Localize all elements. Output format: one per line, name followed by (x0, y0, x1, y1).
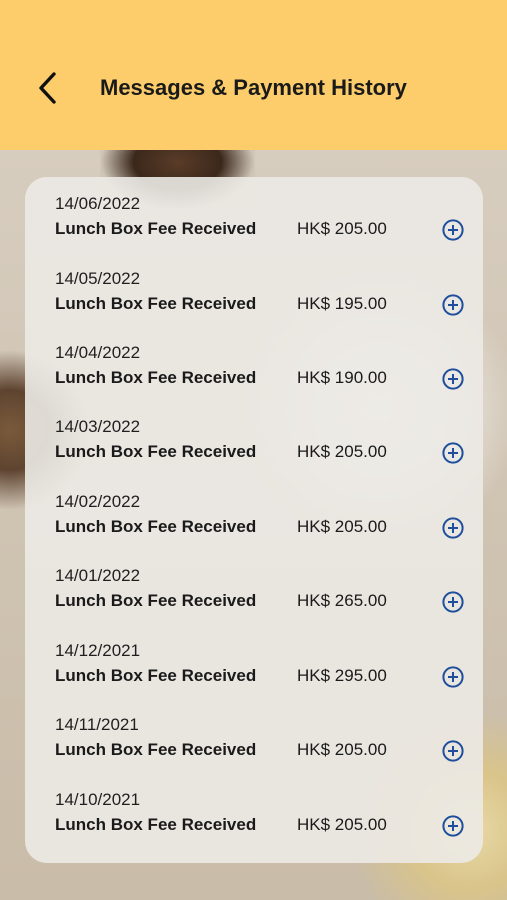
payment-date: 14/04/2022 (55, 343, 141, 362)
expand-item-button[interactable] (441, 293, 465, 317)
payment-amount: HK$ 205.00 (297, 219, 387, 238)
plus-circle-icon (442, 665, 464, 688)
app-header: Messages & Payment History (0, 0, 507, 150)
plus-circle-icon (442, 740, 464, 762)
plus-circle-icon (442, 516, 464, 539)
chevron-left-icon (39, 72, 56, 104)
payment-description: Lunch Box Fee Received (55, 516, 257, 536)
expand-item-button[interactable] (441, 516, 465, 540)
payment-amount: HK$ 265.00 (297, 591, 387, 610)
payment-date: 14/03/2022 (55, 417, 141, 436)
back-button[interactable] (30, 68, 66, 108)
plus-circle-icon (442, 442, 464, 464)
payment-description: Lunch Box Fee Received (55, 665, 257, 685)
plus-circle-icon (442, 219, 464, 241)
payment-description: Lunch Box Fee Received (55, 814, 257, 834)
payment-amount: HK$ 295.00 (297, 665, 387, 685)
payment-date: 14/02/2022 (55, 491, 141, 511)
payment-description: Lunch Box Fee Received (55, 740, 257, 759)
expand-item-button[interactable] (441, 590, 465, 614)
payment-date: 14/10/2021 (55, 789, 141, 809)
list-item: 14/06/2022 Lunch Box Fee Received HK$ 20… (25, 177, 483, 251)
payment-amount: HK$ 205.00 (297, 516, 387, 536)
plus-circle-icon (442, 293, 464, 316)
expand-item-button[interactable] (441, 441, 465, 465)
list-item: 14/05/2022 Lunch Box Fee Received HK$ 19… (25, 252, 483, 326)
payment-date: 14/01/2022 (55, 566, 141, 585)
payment-amount: HK$ 205.00 (297, 740, 387, 759)
expand-item-button[interactable] (441, 814, 465, 838)
list-item: 14/12/2021 Lunch Box Fee Received HK$ 29… (25, 624, 483, 698)
plus-circle-icon (442, 591, 464, 613)
payment-date: 14/12/2021 (55, 640, 141, 660)
expand-item-button[interactable] (441, 367, 465, 391)
payment-amount: HK$ 205.00 (297, 814, 387, 834)
payment-description: Lunch Box Fee Received (55, 219, 257, 238)
payment-date: 14/06/2022 (55, 194, 141, 213)
list-item: 14/10/2021 Lunch Box Fee Received HK$ 20… (25, 773, 483, 847)
payment-description: Lunch Box Fee Received (55, 368, 257, 387)
plus-circle-icon (442, 368, 464, 390)
payment-description: Lunch Box Fee Received (55, 293, 257, 313)
list-item: 14/01/2022 Lunch Box Fee Received HK$ 26… (25, 549, 483, 623)
payment-amount: HK$ 190.00 (297, 368, 387, 387)
list-item: 14/04/2022 Lunch Box Fee Received HK$ 19… (25, 326, 483, 400)
page-title: Messages & Payment History (100, 75, 407, 100)
payment-date: 14/05/2022 (55, 268, 141, 288)
payment-date: 14/11/2021 (55, 715, 139, 734)
payment-amount: HK$ 205.00 (297, 442, 387, 461)
plus-circle-icon (442, 814, 464, 837)
expand-item-button[interactable] (441, 665, 465, 689)
list-item: 14/11/2021 Lunch Box Fee Received HK$ 20… (25, 698, 483, 772)
payment-description: Lunch Box Fee Received (55, 442, 257, 461)
list-item: 14/02/2022 Lunch Box Fee Received HK$ 20… (25, 475, 483, 549)
payment-amount: HK$ 195.00 (297, 293, 387, 313)
payment-history-list: 14/06/2022 Lunch Box Fee Received HK$ 20… (25, 177, 483, 863)
list-item: 14/03/2022 Lunch Box Fee Received HK$ 20… (25, 400, 483, 474)
expand-item-button[interactable] (441, 218, 465, 242)
expand-item-button[interactable] (441, 739, 465, 763)
payment-description: Lunch Box Fee Received (55, 591, 257, 610)
